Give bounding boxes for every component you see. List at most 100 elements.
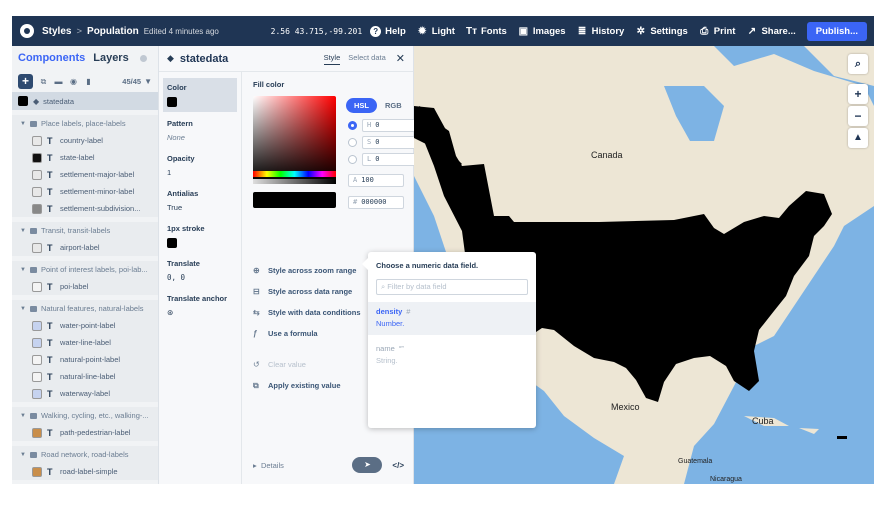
apply-existing-action[interactable]: ⧉ Apply existing value xyxy=(253,375,361,396)
color-preview xyxy=(253,192,336,208)
close-icon[interactable]: ✕ xyxy=(396,52,405,65)
layer-group-row[interactable]: ▼ Natural features, natural-labels xyxy=(12,300,158,317)
prop-translate-anchor[interactable]: Translate anchor ⊛ xyxy=(159,287,241,322)
layer-row[interactable]: Tcountry-label xyxy=(12,132,158,149)
layer-group-row[interactable]: ▼ Place labels, place-labels xyxy=(12,115,158,132)
group-label: Road network, road-labels xyxy=(40,450,129,459)
tab-style[interactable]: Style xyxy=(323,53,341,65)
layer-row-statedata[interactable]: ◆ statedata xyxy=(12,92,158,110)
duplicate-icon[interactable]: ⧉ xyxy=(39,77,48,86)
layer-group-row[interactable]: ▼ Road network, road-labels xyxy=(12,446,158,463)
mode-rgb[interactable]: RGB xyxy=(377,98,410,113)
tab-components[interactable]: Components xyxy=(18,52,85,64)
formula-action[interactable]: ƒ Use a formula xyxy=(253,323,361,344)
layer-row[interactable]: Tsettlement-subdivision... xyxy=(12,200,158,217)
clear-value-action[interactable]: ↺ Clear value xyxy=(253,354,361,375)
layer-group-row[interactable]: ▼ Point of interest labels, poi-lab... xyxy=(12,261,158,278)
folder-icon xyxy=(29,412,37,419)
hue-input[interactable]: H0 xyxy=(362,119,418,132)
folder-icon xyxy=(29,266,37,273)
layer-row[interactable]: Tpath-pedestrian-label xyxy=(12,424,158,441)
editor-header: ◆ statedata Style Select data ✕ xyxy=(159,46,413,72)
tab-layers[interactable]: Layers xyxy=(93,52,128,64)
layer-row[interactable]: Tsettlement-minor-label xyxy=(12,183,158,200)
data-range-action[interactable]: ⊟ Style across data range xyxy=(253,281,361,302)
layer-label: statedata xyxy=(43,96,75,106)
zoom-out-button[interactable]: − xyxy=(848,106,868,126)
layer-label: natural-line-label xyxy=(60,372,116,381)
layer-row[interactable]: Tairport-label xyxy=(12,239,158,256)
layer-row[interactable]: Tnatural-point-label xyxy=(12,351,158,368)
layer-group-row[interactable]: ▼ Transit, transit-labels xyxy=(12,222,158,239)
hue-slider[interactable] xyxy=(253,171,336,177)
layer-swatch xyxy=(32,203,42,214)
alpha-slider[interactable] xyxy=(253,179,336,184)
layer-row[interactable]: Twater-line-label xyxy=(12,334,158,351)
prop-pattern[interactable]: Pattern None xyxy=(159,112,241,147)
layer-row[interactable]: Tnatural-line-label xyxy=(12,368,158,385)
field-filter-input[interactable]: ⌕ Filter by data field xyxy=(376,279,528,295)
filter-placeholder: Filter by data field xyxy=(387,282,447,291)
print-button[interactable]: ⎙ Print xyxy=(699,26,735,37)
lightness-input[interactable]: L0 xyxy=(362,153,418,166)
share-button[interactable]: ↗ Share... xyxy=(746,26,796,37)
prop-translate[interactable]: Translate 0, 0 xyxy=(159,252,241,287)
style-name[interactable]: Population xyxy=(87,26,139,37)
history-icon: ≣ xyxy=(577,25,587,37)
add-layer-button[interactable]: + xyxy=(18,73,33,89)
pointer-button[interactable]: ➤ xyxy=(352,457,383,473)
color-mode-toggle: HSL RGB xyxy=(346,98,410,113)
filter-icon[interactable]: ▼ xyxy=(144,77,152,86)
settings-label: Settings xyxy=(650,25,688,37)
images-label: Images xyxy=(532,25,566,37)
prop-color[interactable]: Color xyxy=(163,78,237,112)
alpha-input[interactable]: A 100 xyxy=(348,174,404,187)
search-icon[interactable]: ⌕ xyxy=(848,54,868,74)
details-toggle[interactable]: ▸ Details xyxy=(253,461,284,470)
light-button[interactable]: ✹ Light xyxy=(417,26,455,37)
layer-row[interactable]: Tpoi-label xyxy=(12,278,158,295)
folder-icon[interactable]: ▬ xyxy=(54,77,63,86)
fonts-button[interactable]: Tт Fonts xyxy=(466,26,507,37)
prop-antialias[interactable]: Antialias True xyxy=(159,182,241,217)
field-type: String. xyxy=(376,356,398,365)
hue-radio[interactable] xyxy=(348,121,357,130)
saturation-radio[interactable] xyxy=(348,138,357,147)
images-button[interactable]: ▣ Images xyxy=(518,26,566,37)
zoom-in-button[interactable]: + xyxy=(848,84,868,104)
code-button[interactable]: </> xyxy=(392,461,404,470)
layer-row[interactable]: Tstate-label xyxy=(12,149,158,166)
help-icon: ? xyxy=(370,25,382,37)
saturation-input[interactable]: S0 xyxy=(362,136,418,149)
map-label-nicaragua: Nicaragua xyxy=(710,476,742,483)
tab-select-data[interactable]: Select data xyxy=(348,53,386,64)
layer-row[interactable]: Tsettlement-major-label xyxy=(12,166,158,183)
settings-button[interactable]: ✲ Settings xyxy=(635,25,688,37)
publish-button[interactable]: Publish... xyxy=(806,21,867,41)
prop-stroke[interactable]: 1px stroke xyxy=(159,217,241,252)
breadcrumb-styles[interactable]: Styles xyxy=(42,26,71,37)
color-picker-area[interactable] xyxy=(253,96,336,181)
trash-icon[interactable]: ▮ xyxy=(84,77,93,86)
mode-hsl[interactable]: HSL xyxy=(346,98,377,113)
hex-input[interactable]: #000000 xyxy=(348,196,404,209)
data-conditions-action[interactable]: ⇆ Style with data conditions xyxy=(253,302,361,323)
help-button[interactable]: ? Help xyxy=(370,25,406,37)
formula-icon: ƒ xyxy=(253,329,258,338)
field-option-density[interactable]: density # Number. xyxy=(368,302,536,335)
layer-group-row[interactable]: ▼ Walking, cycling, etc., walking-... xyxy=(12,407,158,424)
zoom-range-action[interactable]: ⊕ Style across zoom range xyxy=(253,260,361,281)
details-label: Details xyxy=(260,460,284,470)
mapbox-logo-icon[interactable] xyxy=(20,24,34,38)
prop-label: 1px stroke xyxy=(167,224,205,233)
visibility-icon[interactable]: ◉ xyxy=(69,77,78,86)
prop-opacity[interactable]: Opacity 1 xyxy=(159,147,241,182)
layer-row[interactable]: Twater-point-label xyxy=(12,317,158,334)
history-button[interactable]: ≣ History xyxy=(577,25,624,37)
folder-icon xyxy=(29,227,37,234)
layer-row[interactable]: Troad-label-simple xyxy=(12,463,158,480)
lightness-radio[interactable] xyxy=(348,155,357,164)
string-type-icon: “” xyxy=(398,344,404,353)
compass-icon[interactable]: ▲ xyxy=(848,128,868,148)
layer-row[interactable]: Twaterway-label xyxy=(12,385,158,402)
